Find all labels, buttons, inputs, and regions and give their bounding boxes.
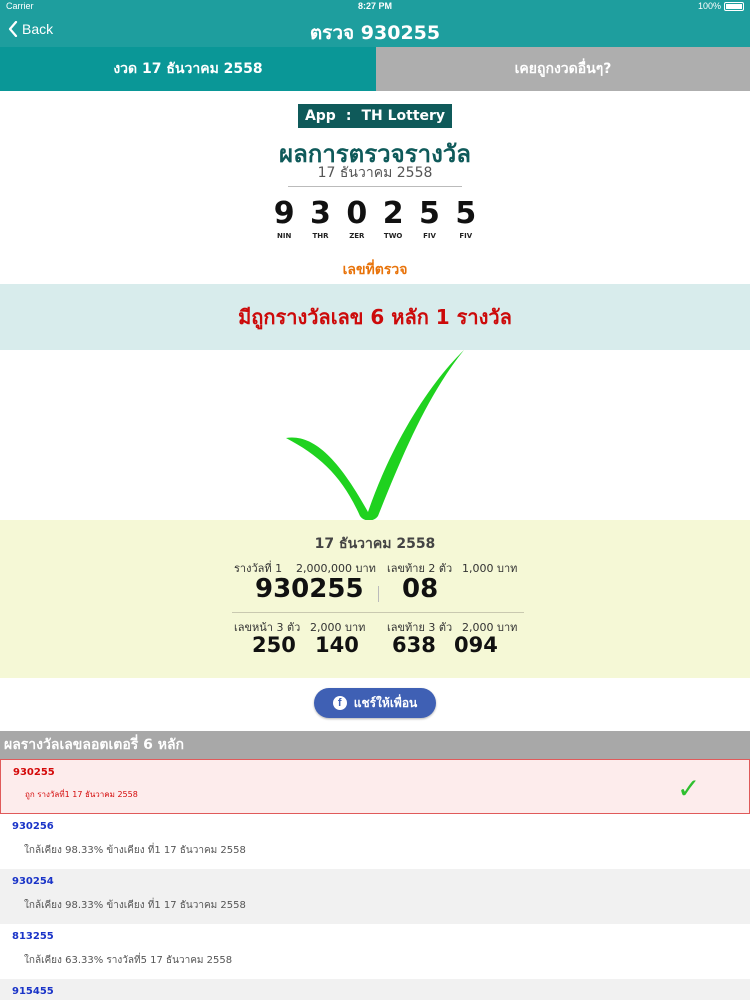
item-number: 915455	[12, 986, 54, 997]
list-item[interactable]: 930256 ใกล้เคียง 98.33% ข้างเคียง ที่1 1…	[0, 814, 750, 869]
digit-word: TWO	[383, 232, 403, 240]
navigation-bar: Back ตรวจ 930255	[0, 14, 750, 47]
digit: 0 ZER	[339, 196, 375, 246]
app-badge-separator: :	[345, 108, 352, 124]
list-item[interactable]: 813255 ใกล้เคียง 63.33% รางวัลที่5 17 ธั…	[0, 924, 750, 979]
last2-amount: 1,000 บาท	[462, 562, 518, 575]
checked-number-digits: 9 NIN 3 THR 0 ZER 2 TWO 5 FIV 5 FIV	[266, 196, 484, 246]
front3-number: 250	[252, 633, 296, 657]
last3-number: 094	[454, 633, 498, 657]
checkmark-icon	[286, 350, 464, 521]
item-number: 930255	[13, 767, 55, 778]
app-badge: App : TH Lottery	[298, 104, 452, 128]
status-bar: Carrier 8:27 PM 100%	[0, 0, 750, 14]
draw-summary: 17 ธันวาคม 2558 รางวัลที่ 1 2,000,000 บา…	[0, 520, 750, 678]
divider	[288, 186, 462, 187]
digit-value: 0	[346, 196, 368, 231]
digit: 9 NIN	[266, 196, 302, 246]
digit-value: 3	[310, 196, 331, 231]
result-banner: มีถูกรางวัลเลข 6 หลัก 1 รางวัล	[0, 284, 750, 350]
results-list: 930255 ถูก รางวัลที่1 17 ธันวาคม 2558 ✓ …	[0, 759, 750, 1000]
list-item[interactable]: 915455	[0, 979, 750, 1000]
battery-icon	[724, 1, 744, 11]
item-number: 930256	[12, 821, 54, 832]
digit-word: NIN	[277, 232, 292, 240]
tab-bar: งวด 17 ธันวาคม 2558 เคยถูกงวดอื่นๆ?	[0, 47, 750, 91]
digit-value: 5	[455, 196, 477, 231]
list-item[interactable]: 930255 ถูก รางวัลที่1 17 ธันวาคม 2558 ✓	[0, 759, 750, 814]
facebook-icon: f	[332, 696, 347, 710]
tab-current-draw[interactable]: งวด 17 ธันวาคม 2558	[0, 47, 376, 91]
separator	[378, 586, 379, 602]
checked-number-caption: เลขที่ตรวจ	[342, 262, 408, 278]
item-description: ถูก รางวัลที่1 17 ธันวาคม 2558	[25, 790, 138, 799]
last3-number: 638	[392, 633, 436, 657]
item-description: ใกล้เคียง 98.33% ข้างเคียง ที่1 17 ธันวา…	[24, 900, 246, 911]
digit: 3 THR	[302, 196, 338, 246]
item-number: 930254	[12, 876, 54, 887]
digit-word: THR	[312, 232, 329, 240]
battery-indicator: 100%	[698, 1, 744, 11]
digit-value: 5	[419, 196, 440, 231]
result-date: 17 ธันวาคม 2558	[317, 165, 433, 181]
app-badge-name: TH Lottery	[361, 108, 446, 124]
results-section-header: ผลรางวัลเลขลอตเตอรี่ 6 หลัก	[0, 731, 750, 759]
summary-date: 17 ธันวาคม 2558	[314, 536, 436, 552]
clock: 8:27 PM	[357, 1, 392, 11]
checkmark-icon: ✓	[677, 772, 701, 805]
share-button[interactable]: f แชร์ให้เพื่อน	[314, 688, 436, 718]
share-label: แชร์ให้เพื่อน	[353, 695, 418, 710]
list-item[interactable]: 930254 ใกล้เคียง 98.33% ข้างเคียง ที่1 1…	[0, 869, 750, 924]
last2-number: 08	[402, 574, 439, 604]
page-title: ตรวจ 930255	[309, 22, 441, 44]
digit: 5 FIV	[411, 196, 447, 246]
item-description: ใกล้เคียง 63.33% รางวัลที่5 17 ธันวาคม 2…	[24, 955, 233, 966]
app-badge-label: App	[304, 108, 336, 124]
digit-word: ZER	[349, 232, 365, 240]
first-prize-number: 930255	[255, 574, 364, 604]
digit-word: FIV	[423, 232, 436, 240]
digit: 2 TWO	[375, 196, 411, 246]
result-banner-text: มีถูกรางวัลเลข 6 หลัก 1 รางวัล	[238, 305, 512, 329]
item-number: 813255	[12, 931, 54, 942]
item-description: ใกล้เคียง 98.33% ข้างเคียง ที่1 17 ธันวา…	[24, 845, 246, 856]
tab-other-draws[interactable]: เคยถูกงวดอื่นๆ?	[376, 47, 750, 91]
front3-number: 140	[315, 633, 359, 657]
digit: 5 FIV	[448, 196, 484, 246]
digit-word: FIV	[459, 232, 473, 240]
divider	[232, 612, 524, 613]
battery-percent: 100%	[697, 1, 721, 11]
digit-value: 9	[273, 196, 295, 231]
digit-value: 2	[382, 196, 404, 231]
